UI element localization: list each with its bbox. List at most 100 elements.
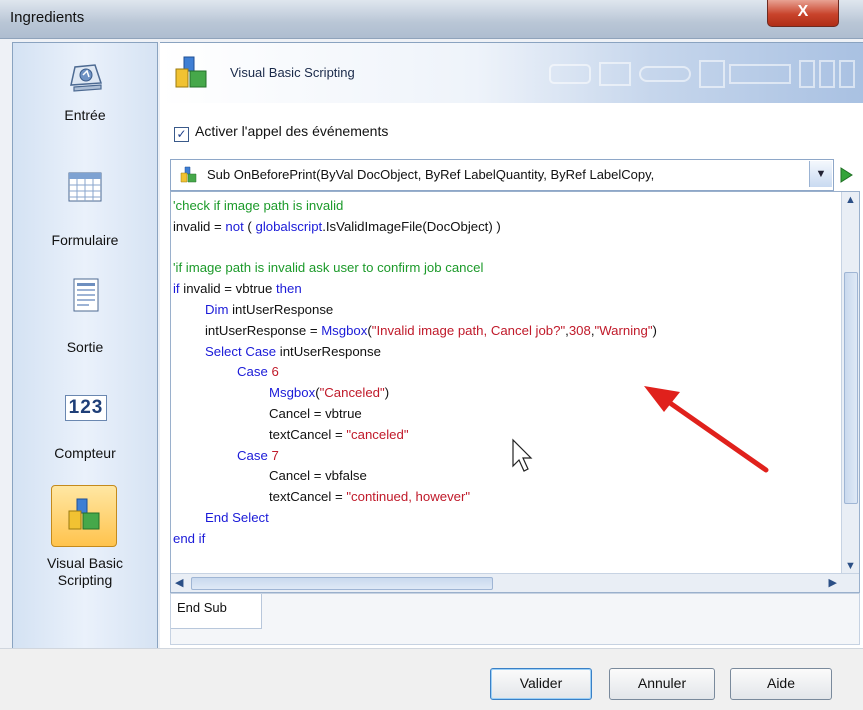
scroll-thumb[interactable] bbox=[191, 577, 493, 590]
code-token: Select Case bbox=[205, 343, 277, 359]
validate-button[interactable]: Valider bbox=[490, 668, 592, 700]
code-token: ) bbox=[384, 385, 390, 401]
code-line[interactable] bbox=[173, 238, 833, 259]
code-token: globalscript bbox=[255, 218, 323, 234]
vbscript-blocks-icon bbox=[175, 56, 207, 88]
code-line[interactable]: 'if image path is invalid ask user to co… bbox=[173, 258, 833, 279]
code-token: Case bbox=[237, 364, 268, 380]
sidebar-item-label: Compteur bbox=[54, 445, 116, 461]
code-line[interactable]: Cancel = vbfalse bbox=[173, 466, 833, 487]
code-token: if bbox=[173, 281, 180, 297]
code-token: .IsValidImageFile(DocObject) ) bbox=[322, 218, 501, 234]
sidebar-item-label-line1: Visual Basic bbox=[46, 555, 123, 571]
keyboard-icon bbox=[70, 64, 103, 92]
horizontal-scrollbar[interactable]: ◀ ▶ bbox=[171, 573, 859, 592]
sidebar-item-label: Visual Basic Scripting bbox=[13, 555, 157, 589]
code-token: textCancel = bbox=[269, 489, 347, 505]
code-token: ) bbox=[652, 322, 657, 338]
code-line[interactable]: Msgbox("Canceled") bbox=[173, 383, 833, 404]
sidebar-item-label: Sortie bbox=[66, 339, 104, 355]
main-panel: Visual Basic Scripting ✓ Activer l'appel … bbox=[160, 42, 863, 649]
code-line[interactable]: invalid = not ( globalscript.IsValidImag… bbox=[173, 217, 833, 238]
code-token: "Canceled" bbox=[319, 385, 385, 401]
code-token: Cancel = vbtrue bbox=[269, 405, 362, 421]
code-token: ( bbox=[243, 218, 256, 234]
event-select[interactable]: Sub OnBeforePrint(ByVal DocObject, ByRef… bbox=[170, 159, 834, 191]
code-token: intUserResponse bbox=[228, 301, 334, 317]
form-grid-icon bbox=[68, 172, 102, 202]
code-line[interactable]: intUserResponse = Msgbox("Invalid image … bbox=[173, 321, 833, 342]
code-token: invalid = bbox=[173, 218, 226, 234]
sidebar-item-sortie[interactable]: Sortie bbox=[13, 271, 157, 371]
vertical-scrollbar[interactable]: ▲ ▼ bbox=[841, 192, 859, 574]
ingredients-dialog: Ingredients X Entrée Formulaire Sortie 1… bbox=[0, 0, 863, 710]
code-line[interactable]: textCancel = "canceled" bbox=[173, 425, 833, 446]
code-line[interactable]: 'check if image path is invalid bbox=[173, 196, 833, 217]
code-line[interactable]: Cancel = vbtrue bbox=[173, 404, 833, 425]
enable-events-row: ✓ Activer l'appel des événements bbox=[174, 123, 388, 142]
code-line[interactable]: Case 6 bbox=[173, 362, 833, 383]
end-sub-label: End Sub bbox=[177, 600, 227, 615]
code-line[interactable]: textCancel = "continued, however" bbox=[173, 487, 833, 508]
counter-icon-text: 123 bbox=[68, 397, 104, 418]
banner-decoration bbox=[549, 60, 855, 88]
chevron-down-icon[interactable]: ▼ bbox=[809, 161, 832, 187]
code-token: 308 bbox=[568, 322, 591, 338]
code-token: invalid = vbtrue bbox=[179, 281, 276, 297]
vbscript-blocks-icon bbox=[180, 166, 197, 183]
help-button[interactable]: Aide bbox=[730, 668, 832, 700]
code-token: "canceled" bbox=[346, 426, 409, 442]
code-token: intUserResponse = bbox=[205, 322, 322, 338]
code-token: intUserResponse bbox=[276, 343, 381, 359]
sidebar-item-label-line2: Scripting bbox=[57, 572, 113, 588]
sidebar-item-formulaire[interactable]: Formulaire bbox=[13, 161, 157, 261]
sidebar-item-compteur[interactable]: 123 Compteur bbox=[13, 383, 157, 483]
sidebar-item-label: Entrée bbox=[64, 107, 106, 123]
scroll-thumb[interactable] bbox=[844, 272, 858, 504]
code-token: end if bbox=[173, 530, 206, 546]
code-token: 'check if image path is invalid bbox=[173, 198, 344, 213]
code-footer-area: End Sub bbox=[170, 593, 860, 645]
vbscript-blocks-icon bbox=[68, 498, 100, 530]
code-token: 6 bbox=[271, 364, 279, 380]
code-line[interactable]: Dim intUserResponse bbox=[173, 300, 833, 321]
title-bar: Ingredients X bbox=[0, 0, 863, 39]
code-token: "Invalid image path, Cancel job?" bbox=[371, 322, 566, 338]
scroll-down-icon[interactable]: ▼ bbox=[845, 560, 856, 572]
event-select-value: Sub OnBeforePrint(ByVal DocObject, ByRef… bbox=[207, 167, 655, 182]
run-play-icon[interactable] bbox=[836, 165, 856, 185]
code-token: Msgbox bbox=[321, 322, 368, 338]
end-sub-tab[interactable]: End Sub bbox=[171, 594, 262, 629]
code-line[interactable]: Select Case intUserResponse bbox=[173, 342, 833, 363]
enable-events-label: Activer l'appel des événements bbox=[195, 123, 389, 139]
close-button[interactable]: X bbox=[767, 0, 839, 27]
code-token: "continued, however" bbox=[346, 489, 471, 505]
sidebar: Entrée Formulaire Sortie 123 Compteur Vi… bbox=[12, 42, 158, 650]
code-token: "Warning" bbox=[594, 322, 653, 338]
sidebar-item-entree[interactable]: Entrée bbox=[13, 49, 157, 149]
page-title: Visual Basic Scripting bbox=[230, 65, 355, 80]
code-token: not bbox=[225, 218, 244, 234]
code-token: Case bbox=[237, 447, 268, 463]
scroll-right-icon[interactable]: ▶ bbox=[829, 576, 837, 589]
code-token: Dim bbox=[205, 301, 229, 317]
code-token: textCancel = bbox=[269, 426, 347, 442]
sidebar-item-visual-basic-scripting[interactable]: Visual Basic Scripting bbox=[13, 485, 157, 625]
code-line[interactable]: end if bbox=[173, 529, 833, 550]
code-token: then bbox=[276, 281, 302, 297]
scroll-left-icon[interactable]: ◀ bbox=[175, 576, 183, 589]
code-line[interactable]: End Select bbox=[173, 508, 833, 529]
cancel-button[interactable]: Annuler bbox=[609, 668, 715, 700]
code-text[interactable]: 'check if image path is invalid invalid =… bbox=[173, 196, 833, 550]
code-token: 7 bbox=[271, 447, 279, 463]
scroll-up-icon[interactable]: ▲ bbox=[845, 194, 856, 206]
code-token: End Select bbox=[205, 509, 269, 525]
code-line[interactable]: Case 7 bbox=[173, 446, 833, 467]
code-line[interactable]: if invalid = vbtrue then bbox=[173, 279, 833, 300]
window-title: Ingredients bbox=[10, 9, 85, 26]
code-editor[interactable]: 'check if image path is invalid invalid =… bbox=[170, 191, 860, 593]
sidebar-item-label: Formulaire bbox=[51, 232, 119, 248]
header-banner: Visual Basic Scripting bbox=[160, 43, 863, 103]
enable-events-checkbox[interactable]: ✓ bbox=[174, 127, 189, 142]
document-icon bbox=[73, 278, 99, 312]
